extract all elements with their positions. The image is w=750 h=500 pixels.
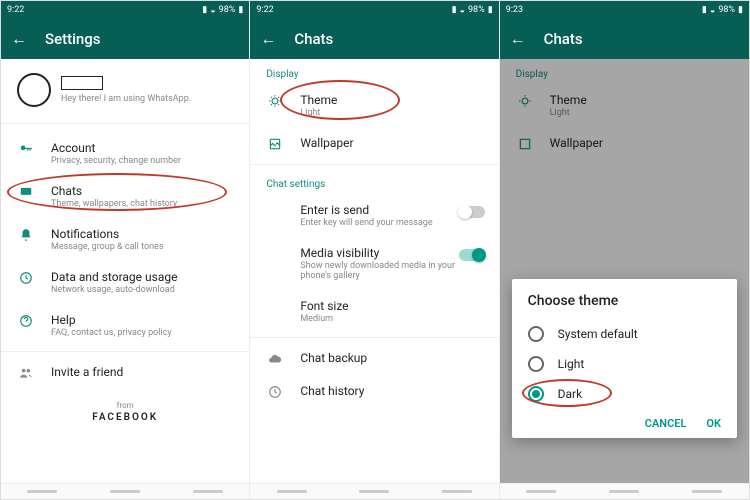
theme-option-system[interactable]: System default [528,319,721,349]
status-time: 9:22 [7,5,24,15]
data-icon [17,271,35,285]
settings-item-notifications[interactable]: NotificationsMessage, group & call tones [1,218,249,261]
toggle-media-visibility[interactable] [459,249,485,261]
help-icon [17,314,35,328]
signal-icon: ▮ [202,5,207,15]
back-icon[interactable]: ← [510,29,526,49]
wifi-icon: ◒ [460,5,465,16]
page-title: Chats [544,30,583,48]
wifi-icon: ◒ [210,5,215,16]
bell-icon [17,228,35,242]
chats-item-wallpaper[interactable]: Wallpaper [250,127,498,160]
page-title: Settings [45,30,101,48]
chat-icon [17,185,35,199]
theme-option-dark[interactable]: Dark [528,379,721,409]
settings-item-chats[interactable]: ChatsTheme, wallpapers, chat history [1,175,249,218]
battery-text: 98% [468,5,485,15]
app-bar: ← Settings [1,19,249,59]
profile-name-redacted [61,76,103,90]
facebook-label: FACEBOOK [1,412,249,433]
settings-item-help[interactable]: HelpFAQ, contact us, privacy policy [1,304,249,347]
signal-icon: ▮ [702,5,707,15]
avatar [17,73,51,107]
section-chat-settings: Chat settings [250,169,498,194]
cloud-icon [266,352,284,366]
status-bar: 9:23 ▮ ◒ 98% ▮ [500,1,749,19]
theme-option-light[interactable]: Light [528,349,721,379]
chats-item-backup[interactable]: Chat backup [250,342,498,375]
back-icon[interactable]: ← [260,29,276,49]
chats-item-media[interactable]: Media visibilityShow newly downloaded me… [250,237,498,290]
chats-item-history[interactable]: Chat history [250,375,498,408]
screen-settings: 9:22 ▮ ◒ 98% ▮ ← Settings Hey there! I a… [1,1,250,499]
settings-item-data[interactable]: Data and storage usageNetwork usage, aut… [1,261,249,304]
radio-icon-selected [528,386,544,402]
nav-bar [250,483,498,499]
wallpaper-icon [266,137,284,151]
status-bar: 9:22 ▮ ◒ 98% ▮ [250,1,498,19]
section-display: Display [250,59,498,84]
wifi-icon: ◒ [710,5,715,16]
cancel-button[interactable]: CANCEL [645,417,687,430]
settings-item-account[interactable]: AccountPrivacy, security, change number [1,132,249,175]
battery-icon: ▮ [238,5,243,15]
battery-text: 98% [219,5,236,15]
nav-bar [500,483,749,499]
radio-icon [528,356,544,372]
dialog-title: Choose theme [528,293,721,309]
signal-icon: ▮ [452,5,457,15]
battery-text: 98% [718,5,735,15]
status-time: 9:23 [506,5,523,15]
profile-status: Hey there! I am using WhatsApp. [61,94,191,104]
nav-bar [1,483,249,499]
people-icon [17,366,35,380]
battery-icon: ▮ [488,5,493,15]
page-title: Chats [294,30,333,48]
key-icon [17,142,35,156]
theme-icon [266,94,284,108]
chats-item-theme[interactable]: ThemeLight [250,84,498,127]
choose-theme-dialog: Choose theme System default Light Dark C… [512,279,737,438]
screen-theme-dialog: 9:23 ▮ ◒ 98% ▮ ← Chats Display ThemeLigh… [500,1,749,499]
ok-button[interactable]: OK [706,417,721,430]
app-bar: ← Chats [250,19,498,59]
status-bar: 9:22 ▮ ◒ 98% ▮ [1,1,249,19]
battery-icon: ▮ [738,5,743,15]
profile-row[interactable]: Hey there! I am using WhatsApp. [1,59,249,119]
status-icons: ▮ ◒ 98% ▮ [702,5,743,16]
radio-icon [528,326,544,342]
toggle-enter-send[interactable] [459,206,485,218]
status-time: 9:22 [256,5,273,15]
status-icons: ▮ ◒ 98% ▮ [202,5,243,16]
from-label: from [1,393,249,412]
settings-item-invite[interactable]: Invite a friend [1,356,249,389]
back-icon[interactable]: ← [11,29,27,49]
history-icon [266,385,284,399]
screen-chats: 9:22 ▮ ◒ 98% ▮ ← Chats Display ThemeLigh… [250,1,499,499]
status-icons: ▮ ◒ 98% ▮ [452,5,493,16]
chats-item-font[interactable]: Font sizeMedium [250,290,498,333]
chats-item-enter[interactable]: Enter is sendEnter key will send your me… [250,194,498,237]
app-bar: ← Chats [500,19,749,59]
